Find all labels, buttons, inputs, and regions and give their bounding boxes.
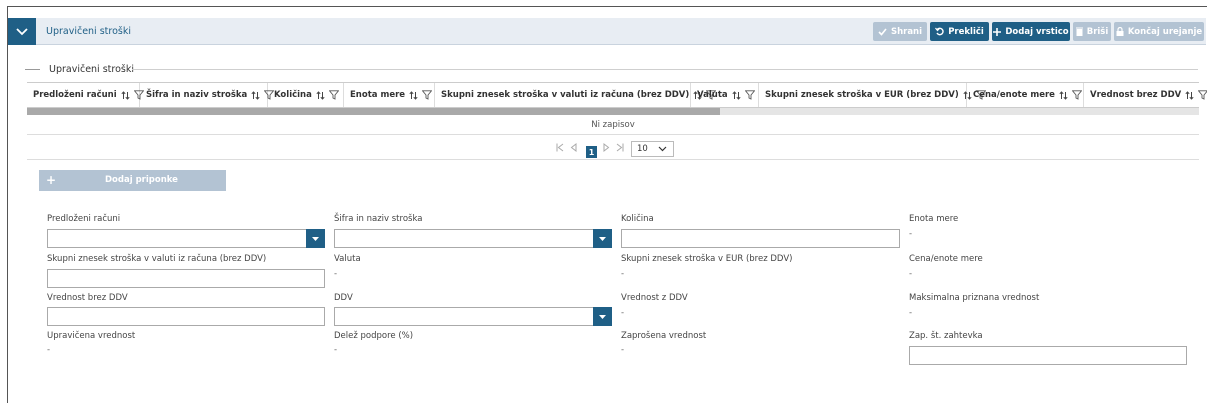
- filter-icon[interactable]: [328, 90, 339, 100]
- save-button[interactable]: Shrani: [873, 22, 927, 41]
- input-zap-st-zahtevka[interactable]: [909, 346, 1187, 365]
- select-ddv[interactable]: [334, 307, 612, 326]
- value-upravicena: -: [47, 345, 51, 355]
- sort-icon[interactable]: [121, 90, 130, 100]
- label-enota-mere: Enota mere: [909, 214, 959, 224]
- filter-icon[interactable]: [1198, 90, 1207, 100]
- current-page-number[interactable]: 1: [586, 146, 597, 158]
- label-vrednost-brez-ddv: Vrednost brez DDV: [47, 293, 128, 303]
- label-zaprosena: Zaprošena vrednost: [621, 331, 707, 341]
- undo-icon: [935, 27, 944, 36]
- sort-icon[interactable]: [1059, 90, 1068, 100]
- column-header-sifra-naziv[interactable]: Šifra in naziv stroška: [140, 83, 275, 107]
- caret-down-icon: [599, 314, 606, 319]
- add-row-button[interactable]: Dodaj vrstico: [992, 22, 1070, 41]
- column-header-enota-mere[interactable]: Enota mere: [344, 83, 435, 107]
- scrollbar-thumb[interactable]: [27, 108, 720, 115]
- input-vrednost-brez-ddv[interactable]: [47, 307, 325, 326]
- previous-page-icon[interactable]: [570, 143, 577, 152]
- section-divider-right: [132, 69, 1198, 70]
- label-ddv: DDV: [334, 293, 353, 303]
- last-page-icon[interactable]: [616, 143, 624, 152]
- dropdown-arrow[interactable]: [593, 229, 612, 248]
- label-zap-st-zahtevka: Zap. št. zahtevka: [909, 331, 983, 341]
- dropdown-arrow[interactable]: [306, 229, 325, 248]
- caret-down-icon: [312, 236, 319, 241]
- filter-icon[interactable]: [422, 90, 433, 100]
- value-delez-podpore: -: [334, 345, 338, 355]
- column-header-skupni-eur[interactable]: Skupni znesek stroška v EUR (brez DDV): [759, 83, 986, 107]
- label-kolicina: Količina: [621, 214, 654, 224]
- chevron-down-icon: [16, 27, 28, 35]
- section-title: Upravičeni stroški: [49, 64, 134, 75]
- finish-editing-button[interactable]: Končaj urejanje: [1114, 22, 1204, 41]
- input-kolicina[interactable]: [621, 229, 900, 248]
- sort-icon[interactable]: [316, 90, 325, 100]
- value-vrednost-z-ddv: -: [621, 308, 625, 318]
- label-maks-priznana: Maksimalna priznana vrednost: [909, 293, 1040, 303]
- first-page-icon[interactable]: [556, 143, 564, 152]
- dropdown-arrow[interactable]: [593, 307, 612, 326]
- value-skupni-eur: -: [621, 269, 625, 279]
- delete-button[interactable]: Briši: [1073, 22, 1111, 41]
- label-predlozeni-racuni: Predloženi računi: [47, 214, 121, 224]
- pager: 1 10: [27, 135, 1199, 160]
- value-zaprosena: -: [621, 345, 625, 355]
- select-predlozeni-racuni[interactable]: [47, 229, 325, 248]
- sort-icon[interactable]: [1185, 90, 1194, 100]
- chevron-down-icon: [658, 146, 667, 152]
- filter-icon[interactable]: [744, 90, 755, 100]
- label-upravicena: Upravičena vrednost: [47, 331, 136, 341]
- label-skupni-valuta: Skupni znesek stroška v valuti iz računa…: [47, 254, 267, 264]
- page-size-select[interactable]: 10: [631, 141, 674, 157]
- sort-icon[interactable]: [409, 90, 418, 100]
- column-header-kolicina[interactable]: Količina: [268, 83, 344, 107]
- label-vrednost-z-ddv: Vrednost z DDV: [621, 293, 688, 303]
- column-header-cena-enote[interactable]: Cena/enote mere: [967, 83, 1084, 107]
- add-attachment-button[interactable]: + Dodaj priponke: [39, 170, 226, 191]
- column-header-vrednost-brez-ddv[interactable]: Vrednost brez DDV: [1084, 83, 1207, 107]
- label-sifra-naziv: Šifra in naziv stroška: [334, 214, 423, 224]
- value-maks-priznana: -: [909, 308, 913, 318]
- grid-header: Predloženi računi Šifra in naziv stroška…: [27, 82, 1207, 108]
- next-page-icon[interactable]: [603, 143, 610, 152]
- trash-icon: [1075, 27, 1083, 36]
- plus-icon: +: [46, 173, 57, 187]
- sort-icon[interactable]: [732, 90, 741, 100]
- label-valuta: Valuta: [334, 254, 361, 264]
- empty-grid-message: Ni zapisov: [27, 115, 1199, 135]
- column-header-predlozeni-racuni[interactable]: Predloženi računi: [27, 83, 144, 107]
- plus-icon: [993, 27, 1002, 36]
- sort-icon[interactable]: [251, 90, 260, 100]
- input-skupni-valuta[interactable]: [47, 269, 325, 288]
- app-frame: [7, 6, 1207, 403]
- label-delez-podpore: Delež podpore (%): [334, 331, 414, 341]
- collapse-toggle[interactable]: [8, 18, 36, 45]
- caret-down-icon: [599, 236, 606, 241]
- column-header-valuta[interactable]: Valuta: [691, 83, 759, 107]
- horizontal-scrollbar[interactable]: [27, 108, 1199, 115]
- label-skupni-eur: Skupni znesek stroška v EUR (brez DDV): [621, 254, 793, 264]
- value-enota-mere: -: [909, 229, 913, 239]
- label-cena-enote: Cena/enote mere: [909, 254, 983, 264]
- lock-icon: [1116, 27, 1124, 36]
- section-divider-left: [25, 69, 40, 70]
- column-header-skupni-valuta[interactable]: Skupni znesek stroška v valuti iz računa…: [435, 83, 717, 107]
- filter-icon[interactable]: [1071, 90, 1082, 100]
- value-valuta: -: [334, 269, 338, 279]
- panel-title: Upravičeni stroški: [46, 26, 131, 37]
- value-cena-enote: -: [909, 269, 913, 279]
- select-sifra-naziv[interactable]: [334, 229, 612, 248]
- cancel-button[interactable]: Prekliči: [930, 22, 989, 41]
- check-icon: [878, 27, 887, 36]
- panel-header: Upravičeni stroški Shrani Prekliči Dodaj…: [8, 18, 1206, 45]
